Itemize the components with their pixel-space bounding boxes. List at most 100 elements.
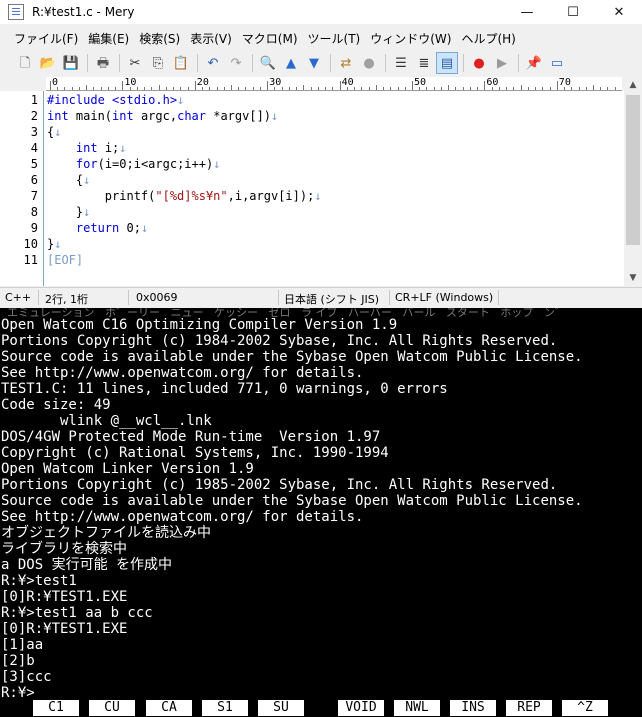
function-key-cu[interactable]: CU	[89, 700, 135, 716]
ruler-tick	[571, 87, 573, 90]
code-line[interactable]: }↓	[47, 237, 61, 251]
menu-item-2[interactable]: 編集(E)	[88, 30, 129, 47]
menu-item-7[interactable]: ウィンドウ(W)	[370, 30, 451, 47]
code-text: main(	[68, 109, 113, 123]
ruler-tick	[513, 87, 515, 90]
find-icon[interactable]: 🔍	[257, 52, 279, 74]
code-text: }	[47, 205, 84, 219]
function-key-ca[interactable]: CA	[146, 700, 192, 716]
ruler-tick	[593, 85, 594, 90]
ruler-tick	[542, 87, 544, 90]
code-editor[interactable]: 1 2 3 4 5 6 7 8 9 10 11 #include <stdio.h>↓ int mai…	[0, 91, 624, 286]
code-line[interactable]: for(i=0;i<argc;i++)↓	[47, 157, 221, 171]
title-bar[interactable]: R:¥test1.c - Mery — ☐ ✕	[0, 0, 642, 24]
ruler-tick	[484, 81, 486, 90]
function-key-c1[interactable]: C1	[33, 700, 79, 716]
console-line: [2]b	[1, 653, 35, 669]
line-end-mark: ↓	[213, 157, 221, 171]
ruler-tick	[165, 87, 167, 90]
scroll-thumb[interactable]	[626, 95, 640, 245]
new-file-icon[interactable]: 🗋	[14, 52, 36, 74]
undo-icon[interactable]: ↶	[202, 52, 224, 74]
ruler-tick	[607, 87, 609, 90]
function-key-z[interactable]: ^Z	[562, 700, 608, 716]
minimize-button[interactable]: —	[504, 0, 550, 24]
print-icon[interactable]: 🖶	[92, 52, 114, 74]
code-line[interactable]: printf("[%d]%s¥n",i,argv[i]);↓	[47, 189, 322, 203]
replace-icon[interactable]: ⇄	[335, 52, 357, 74]
wrap-none-icon[interactable]: ☰	[390, 52, 412, 74]
status-encoding[interactable]: 日本語 (シフト JIS)	[284, 291, 379, 307]
clear-highlight-icon[interactable]: ●	[358, 52, 380, 74]
status-language[interactable]: C++	[5, 291, 31, 304]
console-line: Copyright (c) Rational Systems, Inc. 199…	[1, 445, 389, 461]
code-keyword: return	[75, 221, 120, 235]
code-line[interactable]: return 0;↓	[47, 221, 148, 235]
menu-item-8[interactable]: ヘルプ(H)	[461, 30, 515, 47]
pin-icon[interactable]: 📌	[523, 52, 545, 74]
run-macro-icon[interactable]: ▶	[491, 52, 513, 74]
menu-bar: ファイル(F) 編集(E) 検索(S) 表示(V) マクロ(M) ツール(T) ウィンドウ(…	[0, 27, 642, 49]
console-line: Source code is available under the Sybas…	[1, 349, 583, 365]
menu-item-5[interactable]: マクロ(M)	[242, 30, 298, 47]
paste-icon[interactable]: 📋	[170, 52, 192, 74]
wrap-window-icon[interactable]: ≣	[413, 52, 435, 74]
cut-icon[interactable]: ✂	[124, 52, 146, 74]
code-line[interactable]: {↓	[47, 125, 61, 139]
ruler-tick	[187, 87, 189, 90]
maximize-button[interactable]: ☐	[550, 0, 596, 24]
ruler-tick	[361, 87, 363, 90]
function-key-void[interactable]: VOID	[338, 700, 384, 716]
ruler-tick	[339, 81, 341, 90]
find-previous-icon[interactable]: ▲	[280, 52, 302, 74]
close-button[interactable]: ✕	[596, 0, 642, 24]
function-key-su[interactable]: SU	[258, 700, 304, 716]
code-keyword: int	[112, 109, 134, 123]
menu-item-6[interactable]: ツール(T)	[308, 30, 361, 47]
console-line: DOS/4GW Protected Mode Run-time Version …	[1, 429, 381, 445]
scroll-down-icon[interactable]: ▼	[624, 270, 642, 286]
code-text: i;	[97, 141, 120, 155]
menu-item-1[interactable]: ファイル(F)	[14, 30, 78, 47]
function-key-ins[interactable]: INS	[450, 700, 496, 716]
function-key-s1[interactable]: S1	[202, 700, 248, 716]
console-line: See http://www.openwatcom.org/ for detai…	[1, 509, 364, 525]
function-key-nwl[interactable]: NWL	[394, 700, 440, 716]
code-text: printf(	[47, 189, 156, 203]
code-line[interactable]: int main(int argc,char *argv[])↓	[47, 109, 278, 123]
code-line[interactable]: [EOF]	[47, 253, 83, 267]
toolbar: 🗋 📂 💾 🖶 ✂ ⎘ 📋 ↶ ↷ 🔍 ▲ ▼ ⇄ ● ☰ ≣ ▤ ● ▶ 📌 ▭	[0, 50, 642, 76]
code-line[interactable]: #include <stdio.h>↓	[47, 93, 184, 107]
ruler-tick	[354, 87, 356, 90]
line-number: 9	[30, 221, 38, 235]
code-line[interactable]: {↓	[47, 173, 90, 187]
window-icon[interactable]: ▭	[546, 52, 568, 74]
record-macro-icon[interactable]: ●	[468, 52, 490, 74]
ruler-tick	[158, 85, 160, 90]
mery-app-icon[interactable]	[8, 4, 24, 20]
console-line: [3]ccc	[1, 669, 52, 685]
ruler-tick	[520, 85, 522, 90]
save-icon[interactable]: 💾	[60, 52, 82, 74]
dos-console-window[interactable]: エミュレーション ホ゛ーリー ニュー ケッシー ゼロ ラ イブ ハーバー バール…	[0, 308, 642, 717]
code-line[interactable]: int i;↓	[47, 141, 127, 155]
redo-icon[interactable]: ↷	[225, 52, 247, 74]
line-end-mark: ↓	[140, 221, 149, 235]
vertical-scrollbar[interactable]: ▲ ▼	[624, 77, 642, 286]
open-folder-icon[interactable]: 📂	[37, 52, 59, 74]
scroll-up-icon[interactable]: ▲	[624, 77, 642, 93]
ruler-tick	[245, 87, 247, 90]
menu-item-3[interactable]: 検索(S)	[139, 30, 180, 47]
console-line: [0]R:¥TEST1.EXE	[1, 589, 128, 605]
code-line[interactable]: }↓	[47, 205, 90, 219]
function-key-rep[interactable]: REP	[506, 700, 552, 716]
wrap-ruler-icon[interactable]: ▤	[436, 52, 458, 74]
line-number: 8	[30, 205, 38, 219]
status-line-ending[interactable]: CR+LF (Windows)	[395, 291, 493, 304]
copy-icon[interactable]: ⎘	[147, 52, 169, 74]
find-next-icon[interactable]: ▼	[303, 52, 325, 74]
menu-item-4[interactable]: 表示(V)	[190, 30, 232, 47]
line-number: 6	[30, 173, 38, 187]
